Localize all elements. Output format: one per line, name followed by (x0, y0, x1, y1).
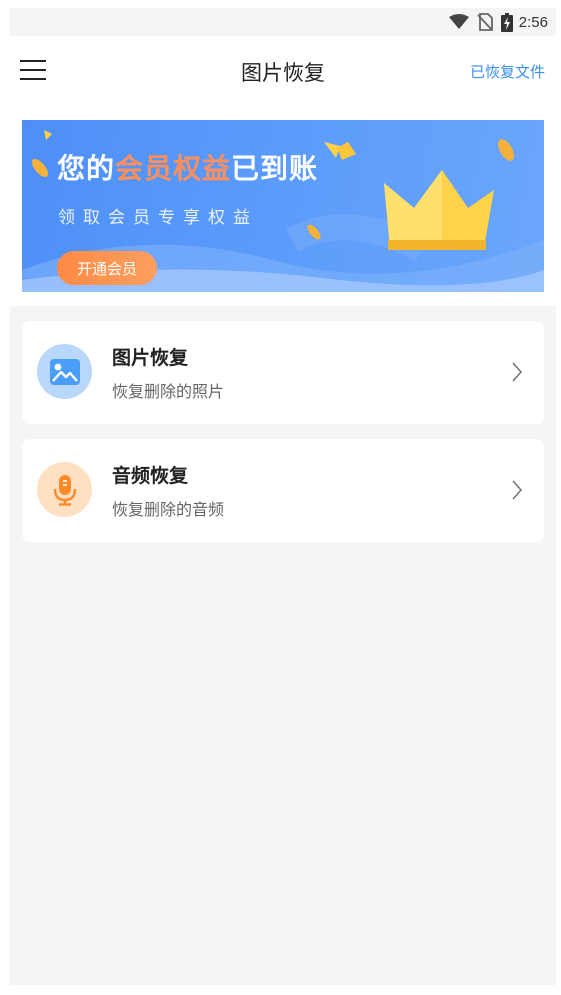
image-recovery-card[interactable]: 图片恢复 恢复删除的照片 (22, 321, 544, 424)
banner-subtitle: 领取会员专享权益 (58, 208, 258, 228)
vip-banner[interactable]: 您的会员权益已到账 领取会员专享权益 开通会员 (22, 120, 544, 292)
nav-bar: 图片恢复 已恢复文件 (10, 36, 556, 106)
image-icon (37, 344, 92, 399)
chevron-right-icon (511, 361, 523, 387)
status-bar: 2:56 (10, 8, 556, 36)
audio-recovery-card[interactable]: 音频恢复 恢复删除的音频 (22, 439, 544, 542)
no-sim-icon (477, 13, 493, 31)
app-screen: 2:56 图片恢复 已恢复文件 您的会员权益已到账 领取会员专享权益 开通会员 … (10, 8, 556, 985)
recovered-files-link[interactable]: 已恢复文件 (470, 61, 545, 82)
microphone-icon (37, 462, 92, 517)
battery-charging-icon (500, 12, 513, 32)
audio-recovery-title: 音频恢复 (112, 465, 189, 487)
open-vip-button[interactable]: 开通会员 (57, 251, 157, 285)
crown-icon (384, 170, 494, 250)
wifi-icon (448, 14, 469, 30)
banner-title-highlight: 会员权益 (115, 152, 232, 185)
chevron-right-icon (511, 479, 523, 505)
audio-recovery-subtitle: 恢复删除的音频 (112, 500, 225, 519)
banner-title: 您的会员权益已到账 (57, 152, 319, 185)
image-recovery-subtitle: 恢复删除的照片 (112, 382, 225, 401)
image-recovery-title: 图片恢复 (112, 347, 189, 369)
status-time: 2:56 (518, 13, 548, 31)
